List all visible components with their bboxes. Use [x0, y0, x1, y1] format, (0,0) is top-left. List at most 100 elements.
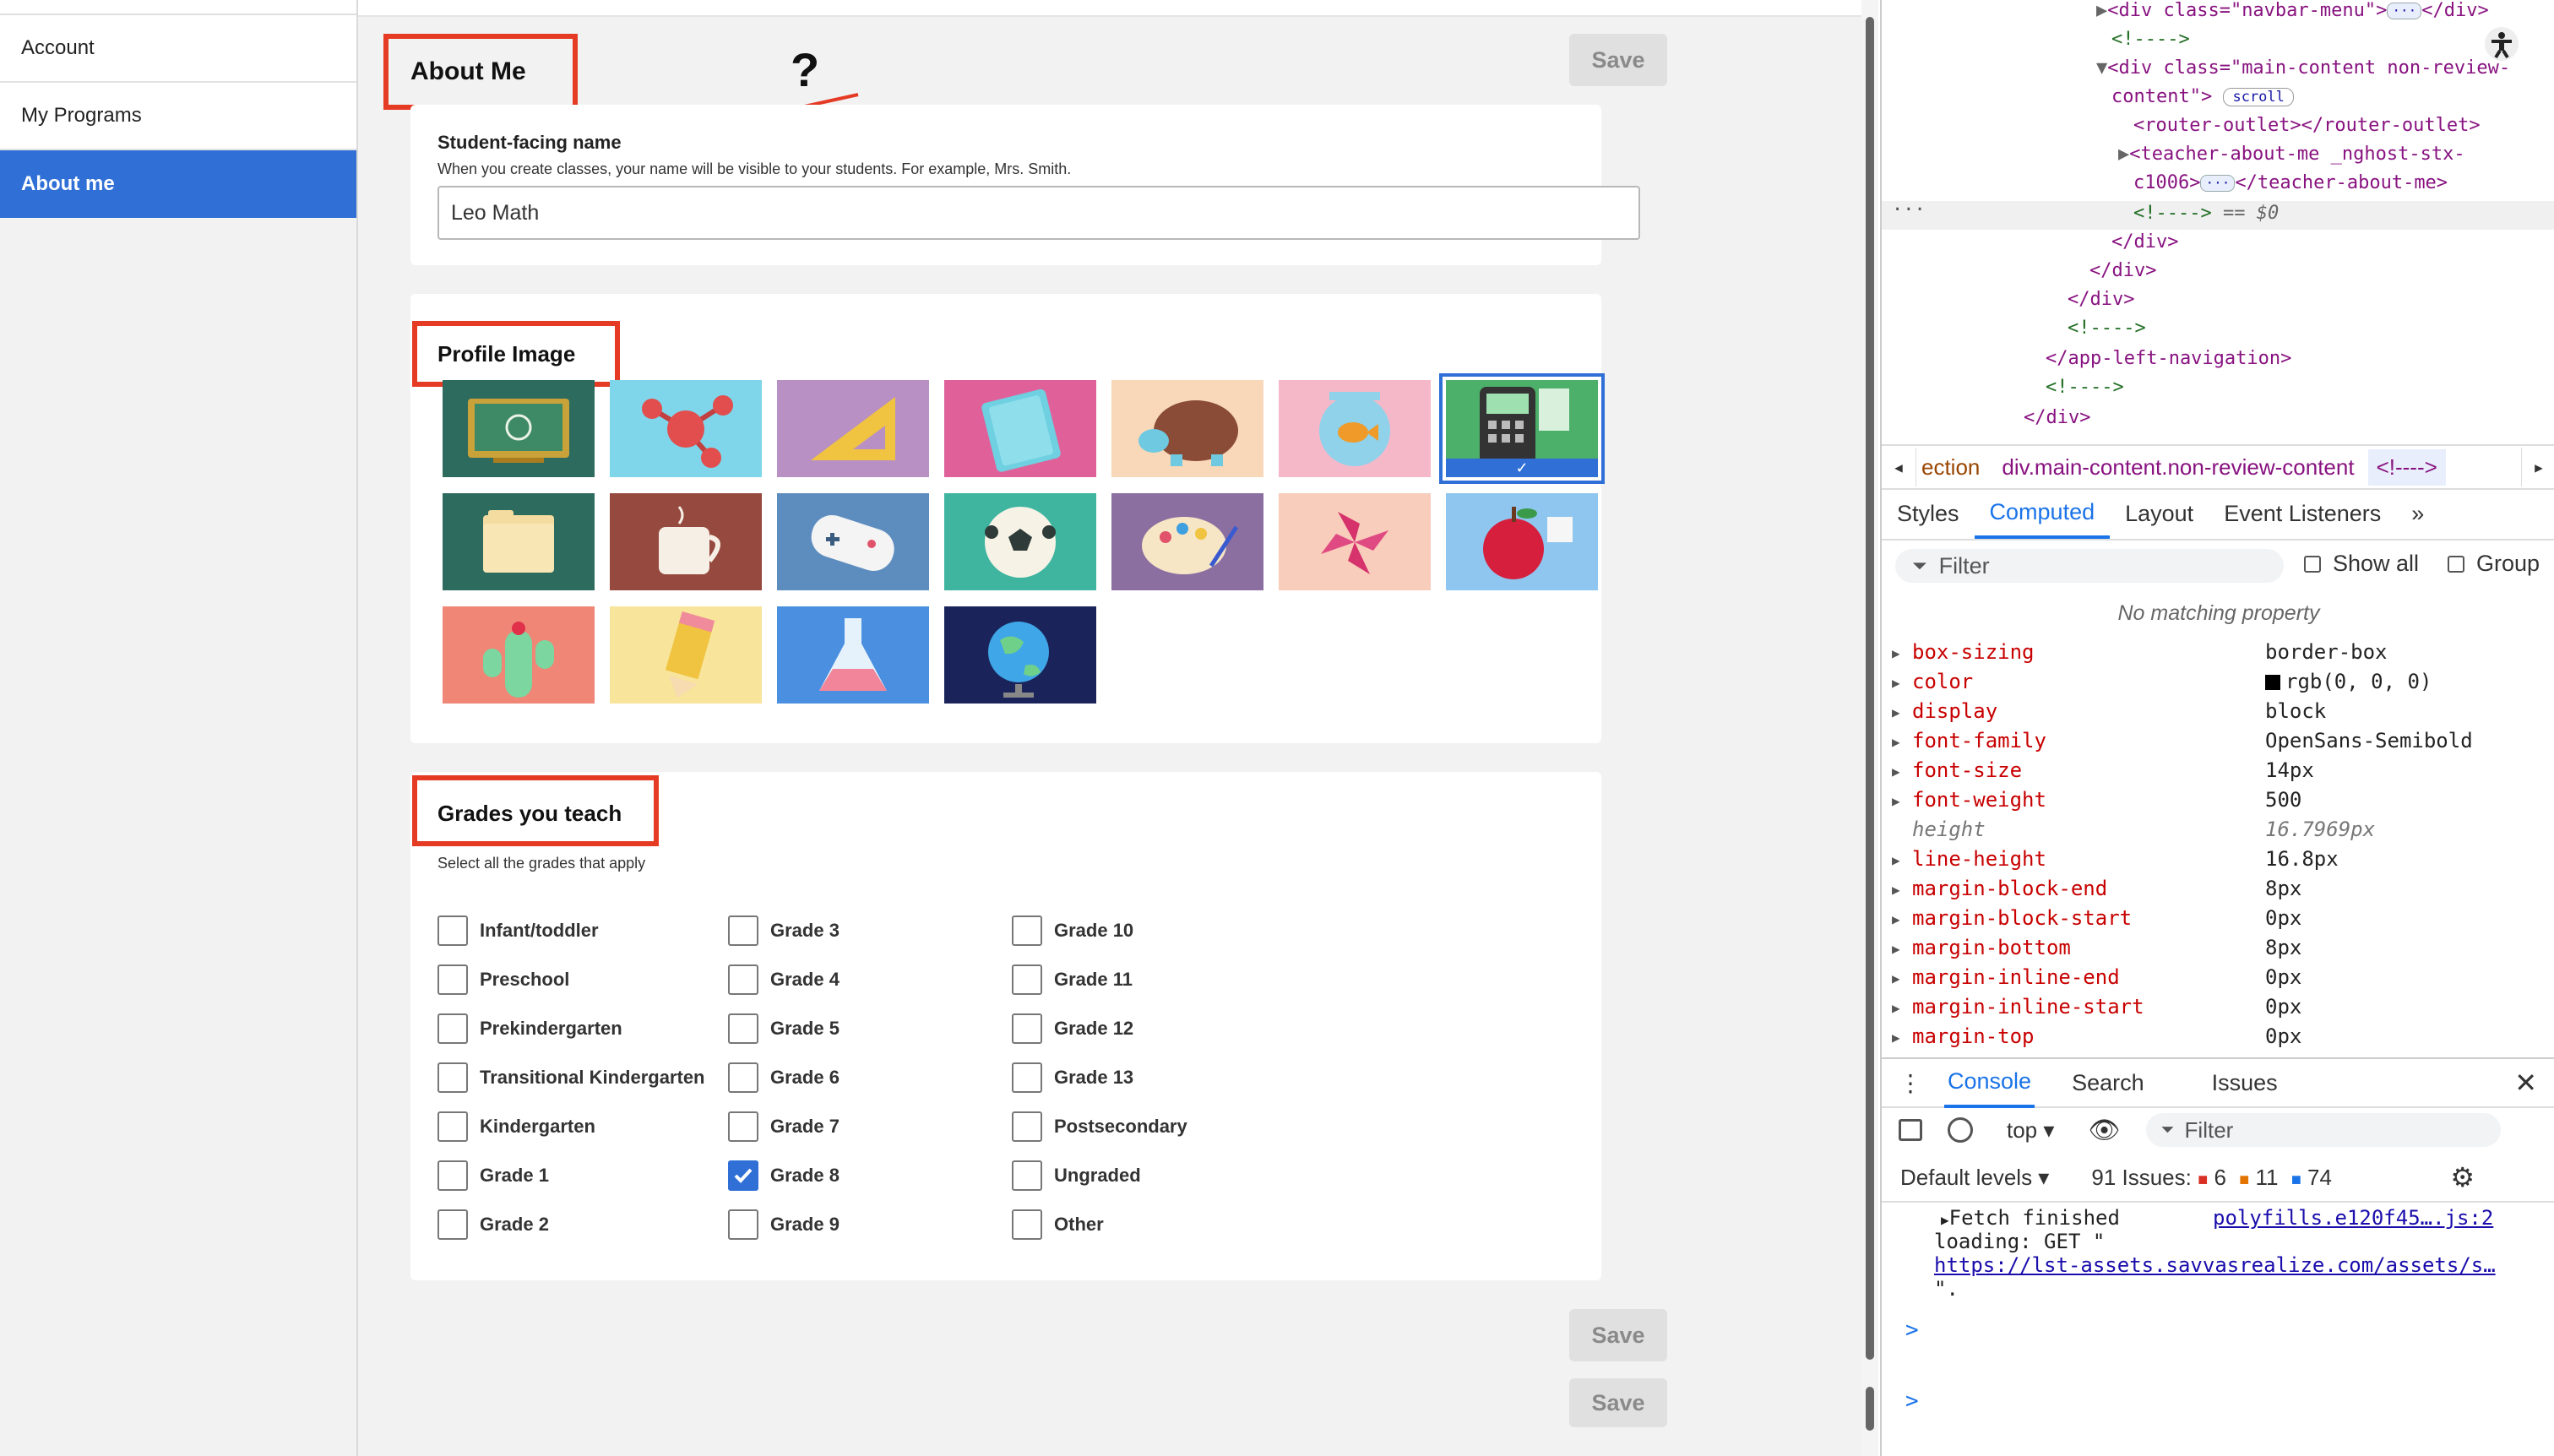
- dom-line-comment-3[interactable]: <!---->: [2046, 377, 2124, 398]
- grade-checkbox[interactable]: [728, 1160, 758, 1191]
- grade-checkbox[interactable]: [437, 915, 468, 946]
- expand-triangle-icon[interactable]: ▶: [1892, 704, 1900, 720]
- grade-option[interactable]: Ungraded: [1012, 1159, 1141, 1193]
- grade-checkbox[interactable]: [728, 1013, 758, 1044]
- grade-checkbox[interactable]: [1012, 1013, 1042, 1044]
- grade-checkbox[interactable]: [437, 1209, 468, 1240]
- grade-checkbox[interactable]: [437, 1013, 468, 1044]
- computed-property-row[interactable]: ▶ box-sizing border-box: [1882, 640, 2554, 670]
- message-expand-icon[interactable]: ▶: [1941, 1212, 1949, 1228]
- grade-option[interactable]: Infant/toddler: [437, 914, 599, 948]
- grade-option[interactable]: Grade 4: [728, 963, 840, 997]
- grade-option[interactable]: Grade 8: [728, 1159, 840, 1193]
- grade-option[interactable]: Postsecondary: [1012, 1110, 1187, 1144]
- message-url-link[interactable]: https://lst-assets.savvasrealize.com/ass…: [1934, 1253, 2496, 1277]
- expand-triangle-icon[interactable]: ▶: [1892, 911, 1900, 927]
- tab-styles[interactable]: Styles: [1882, 488, 1975, 539]
- nav-item-my-programs[interactable]: My Programs: [0, 83, 356, 150]
- dom-line-main-content[interactable]: ▼<div class="main-content non-review-: [2096, 57, 2510, 79]
- profile-image-game-controller[interactable]: [777, 493, 929, 590]
- computed-property-row[interactable]: ▶ margin-inline-start 0px: [1882, 995, 2554, 1024]
- profile-image-soccer-ball[interactable]: [944, 493, 1096, 590]
- profile-image-apple[interactable]: [1446, 493, 1598, 590]
- profile-image-calculator[interactable]: ✓: [1439, 373, 1605, 484]
- dom-line-close-div-3[interactable]: </div>: [2068, 289, 2134, 310]
- drawer-menu-icon[interactable]: ⋮: [1899, 1069, 1922, 1097]
- grade-checkbox[interactable]: [1012, 1160, 1042, 1191]
- expand-triangle-icon[interactable]: ▶: [1892, 941, 1900, 957]
- tab-event-listeners[interactable]: Event Listeners: [2209, 488, 2396, 539]
- grade-option[interactable]: Grade 1: [437, 1159, 549, 1193]
- breadcrumb-left-arrow-icon[interactable]: ◀: [1882, 448, 1916, 486]
- dom-line-teacher-about-me[interactable]: ▶<teacher-about-me _nghost-stx-: [2118, 144, 2465, 165]
- main-scrollbar[interactable]: [1861, 0, 1878, 1456]
- clear-console-icon[interactable]: [1948, 1117, 1973, 1143]
- profile-image-flask[interactable]: [777, 606, 929, 704]
- profile-image-paint-palette[interactable]: [1111, 493, 1263, 590]
- breadcrumb-item-comment[interactable]: <!---->: [2367, 448, 2446, 486]
- profile-image-globe[interactable]: [944, 606, 1096, 704]
- grade-checkbox[interactable]: [1012, 915, 1042, 946]
- breadcrumb-item-main-content[interactable]: div.main-content.non-review-content: [2002, 454, 2354, 481]
- computed-property-row[interactable]: ▶ color rgb(0, 0, 0): [1882, 670, 2554, 699]
- profile-image-cactus[interactable]: [443, 606, 595, 704]
- computed-property-row[interactable]: height 16.7969px: [1882, 818, 2554, 847]
- group-box[interactable]: [2448, 555, 2464, 573]
- profile-image-notebook[interactable]: [944, 380, 1096, 477]
- grade-checkbox[interactable]: [728, 915, 758, 946]
- context-selector[interactable]: top ▾: [2007, 1117, 2054, 1144]
- drawer-close-icon[interactable]: ✕: [2514, 1067, 2537, 1099]
- dom-line-close-left-nav[interactable]: </app-left-navigation>: [2046, 348, 2291, 369]
- scroll-badge[interactable]: scroll: [2223, 88, 2294, 106]
- expand-triangle-icon[interactable]: ▶: [1892, 763, 1900, 780]
- grade-option[interactable]: Grade 11: [1012, 963, 1133, 997]
- profile-image-pencil[interactable]: [610, 606, 762, 704]
- profile-image-molecule[interactable]: [610, 380, 762, 477]
- save-button-bottom[interactable]: Save: [1569, 1309, 1667, 1361]
- color-swatch[interactable]: [2265, 675, 2280, 690]
- computed-filter-input[interactable]: ⏷ Filter: [1895, 549, 2284, 583]
- expand-triangle-icon[interactable]: ▶: [1892, 852, 1900, 868]
- dom-line-main-content-2[interactable]: content"> scroll: [2111, 86, 2294, 107]
- expand-triangle-icon[interactable]: ▶: [1892, 1030, 1900, 1046]
- expand-triangle-icon[interactable]: ▶: [1892, 970, 1900, 986]
- nav-item-about-me[interactable]: About me: [0, 150, 356, 218]
- show-all-checkbox[interactable]: Show all: [2304, 551, 2419, 577]
- grade-option[interactable]: Prekindergarten: [437, 1012, 622, 1046]
- save-button-top[interactable]: Save: [1569, 34, 1667, 86]
- default-levels-dropdown[interactable]: Default levels ▾: [1900, 1165, 2049, 1191]
- console-filter-input[interactable]: ⏷ Filter: [2145, 1113, 2501, 1147]
- computed-property-row[interactable]: ▶ font-size 14px: [1882, 758, 2554, 788]
- grade-option[interactable]: Grade 3: [728, 914, 840, 948]
- dom-line-close-div-1[interactable]: </div>: [2111, 231, 2178, 253]
- profile-image-pinwheel[interactable]: [1279, 493, 1431, 590]
- console-input-prompt-icon[interactable]: >: [1905, 1388, 1919, 1414]
- computed-property-row[interactable]: ▶ line-height 16.8px: [1882, 847, 2554, 877]
- group-checkbox[interactable]: Group: [2448, 551, 2540, 577]
- grade-checkbox[interactable]: [1012, 1111, 1042, 1142]
- grade-checkbox[interactable]: [1012, 1062, 1042, 1093]
- profile-image-fishbowl[interactable]: [1279, 380, 1431, 477]
- expand-triangle-icon[interactable]: ▶: [1892, 882, 1900, 898]
- grade-option[interactable]: Other: [1012, 1208, 1104, 1241]
- grade-checkbox[interactable]: [437, 964, 468, 995]
- grade-checkbox[interactable]: [728, 1209, 758, 1240]
- show-all-box[interactable]: [2304, 555, 2321, 573]
- grade-checkbox[interactable]: [728, 1111, 758, 1142]
- save-button-footer[interactable]: Save: [1569, 1378, 1667, 1427]
- message-source-link[interactable]: polyfills.e120f45….js:2: [2213, 1206, 2493, 1230]
- scrollbar-thumb-lower[interactable]: [1866, 1387, 1874, 1431]
- dom-line-teacher-about-me-2[interactable]: c1006> ··· </teacher-about-me>: [2133, 172, 2448, 193]
- profile-image-chalkboard[interactable]: [443, 380, 595, 477]
- dom-line-selected-comment[interactable]: <!----> == $0: [2133, 203, 2279, 224]
- scrollbar-thumb[interactable]: [1866, 17, 1874, 1360]
- computed-property-row[interactable]: ▶ margin-block-end 8px: [1882, 877, 2554, 906]
- computed-property-row[interactable]: ▶ margin-block-start 0px: [1882, 906, 2554, 936]
- grade-checkbox[interactable]: [1012, 964, 1042, 995]
- grade-option[interactable]: Grade 5: [728, 1012, 840, 1046]
- dom-line-comment-2[interactable]: <!---->: [2068, 318, 2146, 339]
- dom-row-ellipsis[interactable]: ···: [1892, 199, 1926, 220]
- dom-line-close-div-4[interactable]: </div>: [2024, 407, 2090, 428]
- profile-image-turtle[interactable]: [1111, 380, 1263, 477]
- tab-layout[interactable]: Layout: [2110, 488, 2209, 539]
